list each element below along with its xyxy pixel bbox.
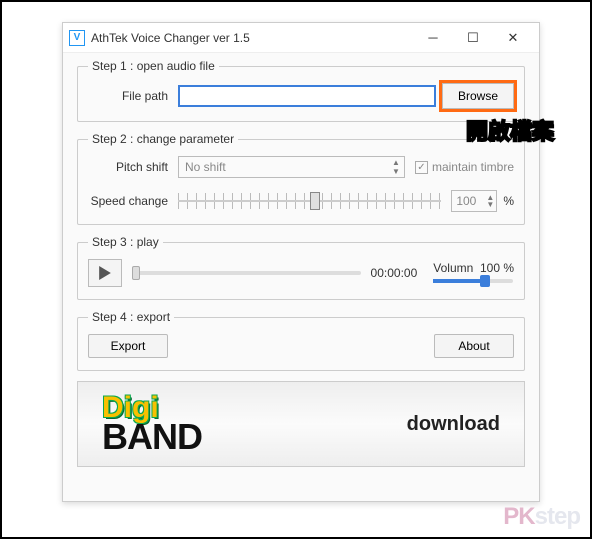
maintain-timbre-label: maintain timbre: [432, 160, 514, 174]
step1-group: Step 1 : open audio file File path Brows…: [77, 59, 525, 122]
speed-slider[interactable]: [178, 190, 441, 212]
step1-legend: Step 1 : open audio file: [88, 59, 219, 73]
watermark: PKstep: [503, 503, 580, 531]
step4-legend: Step 4 : export: [88, 310, 174, 324]
app-icon: V: [69, 30, 85, 46]
pitch-shift-value: No shift: [185, 160, 226, 174]
annotation-overlay: 開啟檔案: [466, 114, 554, 146]
speed-value: 100: [456, 194, 476, 208]
speed-unit: %: [503, 194, 514, 208]
speed-slider-thumb[interactable]: [310, 192, 320, 210]
step3-legend: Step 3 : play: [88, 235, 163, 249]
playback-time: 00:00:00: [371, 266, 418, 280]
pitch-shift-dropdown[interactable]: No shift ▲▼: [178, 156, 405, 178]
app-window: V AthTek Voice Changer ver 1.5 ─ ☐ ✕ Ste…: [62, 22, 540, 502]
download-banner[interactable]: Digi BAND download: [77, 381, 525, 467]
maintain-timbre-checkbox[interactable]: ✓ maintain timbre: [415, 160, 514, 174]
step2-group: Step 2 : change parameter Pitch shift No…: [77, 132, 525, 225]
logo-bottom: BAND: [102, 421, 202, 453]
speed-change-label: Speed change: [88, 194, 178, 208]
export-button[interactable]: Export: [88, 334, 168, 358]
digiband-logo: Digi BAND: [102, 394, 202, 453]
play-icon: [99, 266, 111, 280]
about-button[interactable]: About: [434, 334, 514, 358]
speed-value-stepper[interactable]: 100 ▲▼: [451, 190, 497, 212]
download-label: download: [407, 413, 500, 436]
volume-slider[interactable]: [433, 277, 513, 285]
chevron-updown-icon: ▲▼: [486, 194, 494, 208]
volume-fill: [433, 279, 485, 283]
playback-thumb[interactable]: [132, 266, 140, 280]
browse-button[interactable]: Browse: [442, 83, 514, 109]
close-button[interactable]: ✕: [493, 24, 533, 52]
step3-group: Step 3 : play 00:00:00 Volumn 100 %: [77, 235, 525, 300]
step4-group: Step 4 : export Export About: [77, 310, 525, 371]
check-icon: ✓: [415, 161, 428, 174]
step2-legend: Step 2 : change parameter: [88, 132, 238, 146]
play-button[interactable]: [88, 259, 122, 287]
file-path-label: File path: [88, 89, 178, 103]
minimize-button[interactable]: ─: [413, 24, 453, 52]
playback-progress[interactable]: [132, 266, 361, 280]
pitch-shift-label: Pitch shift: [88, 160, 178, 174]
volume-label: Volumn 100 %: [433, 261, 514, 275]
volume-thumb[interactable]: [480, 275, 490, 287]
maximize-button[interactable]: ☐: [453, 24, 493, 52]
file-path-input[interactable]: [178, 85, 436, 107]
chevron-updown-icon: ▲▼: [392, 157, 400, 177]
titlebar: V AthTek Voice Changer ver 1.5 ─ ☐ ✕: [63, 23, 539, 53]
window-title: AthTek Voice Changer ver 1.5: [91, 31, 413, 45]
